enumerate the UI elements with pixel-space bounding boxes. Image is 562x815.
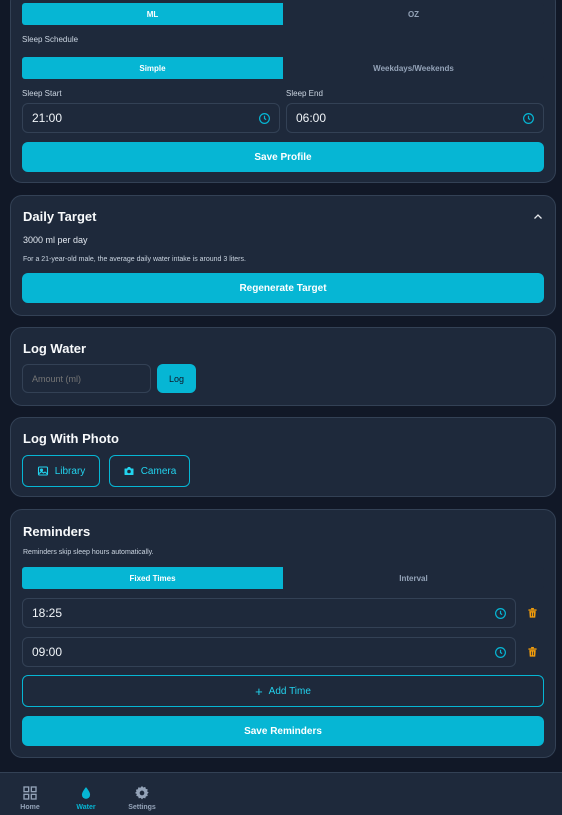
- save-profile-button[interactable]: Save Profile: [22, 142, 544, 172]
- image-icon: [37, 466, 48, 476]
- library-button[interactable]: Library: [22, 455, 100, 487]
- log-button[interactable]: Log: [157, 364, 196, 393]
- mode-option-interval[interactable]: Interval: [283, 567, 544, 589]
- units-toggle: ML OZ: [22, 3, 544, 25]
- grid-icon: [23, 786, 37, 800]
- gear-icon: [135, 786, 149, 800]
- nav-item-settings[interactable]: Settings: [122, 773, 162, 815]
- sleep-start-input[interactable]: 21:00: [22, 103, 280, 133]
- clock-icon[interactable]: [494, 607, 507, 620]
- clock-icon[interactable]: [522, 112, 535, 125]
- log-water-title: Log Water: [23, 341, 87, 356]
- nav-label-water: Water: [76, 804, 96, 811]
- water-drop-icon: [81, 787, 91, 799]
- units-option-ml[interactable]: ML: [22, 3, 283, 25]
- reminder-time-value: 18:25: [32, 606, 63, 620]
- regenerate-target-button[interactable]: Regenerate Target: [22, 273, 544, 303]
- mode-option-fixed-times[interactable]: Fixed Times: [22, 567, 283, 589]
- daily-target-note: For a 21-year-old male, the average dail…: [23, 256, 246, 263]
- nav-item-home[interactable]: Home: [10, 773, 50, 815]
- sleep-end-input[interactable]: 06:00: [286, 103, 544, 133]
- sleep-start-label: Sleep Start: [22, 89, 62, 98]
- clock-icon[interactable]: [494, 646, 507, 659]
- library-label: Library: [54, 465, 86, 477]
- add-time-button[interactable]: + Add Time: [22, 675, 544, 707]
- add-time-label: Add Time: [268, 685, 311, 697]
- sleep-schedule-option-weekdays-weekends[interactable]: Weekdays/Weekends: [283, 57, 544, 79]
- reminders-note: Reminders skip sleep hours automatically…: [23, 549, 154, 556]
- reminders-title: Reminders: [23, 524, 91, 539]
- sleep-schedule-label: Sleep Schedule: [22, 35, 79, 44]
- camera-button[interactable]: Camera: [109, 455, 190, 487]
- chevron-up-icon[interactable]: [532, 211, 544, 223]
- camera-label: Camera: [140, 465, 177, 477]
- sleep-end-value: 06:00: [296, 111, 327, 125]
- nav-label-home: Home: [20, 804, 40, 811]
- units-option-oz[interactable]: OZ: [283, 3, 544, 25]
- sleep-schedule-toggle: Simple Weekdays/Weekends: [22, 57, 544, 79]
- log-photo-title: Log With Photo: [23, 431, 119, 446]
- nav-item-water[interactable]: Water: [66, 773, 106, 815]
- daily-target-amount: 3000 ml per day: [23, 235, 88, 245]
- reminder-time-input[interactable]: 09:00: [22, 637, 516, 667]
- reminder-mode-toggle: Fixed Times Interval: [22, 567, 544, 589]
- sleep-start-value: 21:00: [32, 111, 63, 125]
- camera-icon: [124, 467, 134, 475]
- nav-label-settings: Settings: [128, 804, 156, 811]
- bottom-nav: Home Water Settings: [0, 772, 562, 815]
- daily-target-title: Daily Target: [23, 209, 97, 224]
- sleep-schedule-option-simple[interactable]: Simple: [22, 57, 283, 79]
- amount-input[interactable]: [22, 364, 151, 393]
- plus-icon: +: [255, 683, 263, 699]
- reminder-time-value: 09:00: [32, 645, 63, 659]
- trash-icon[interactable]: [527, 646, 538, 658]
- clock-icon[interactable]: [258, 112, 271, 125]
- trash-icon[interactable]: [527, 607, 538, 619]
- reminder-time-input[interactable]: 18:25: [22, 598, 516, 628]
- sleep-end-label: Sleep End: [286, 89, 323, 98]
- save-reminders-button[interactable]: Save Reminders: [22, 716, 544, 746]
